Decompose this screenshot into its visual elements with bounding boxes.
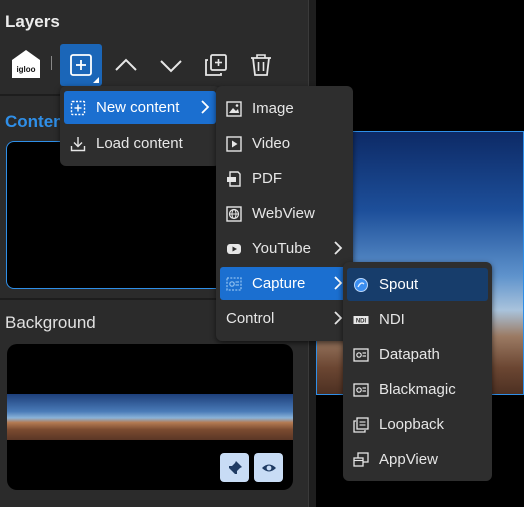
menu-item-label: Image	[252, 100, 294, 117]
chevron-down-icon	[160, 60, 182, 73]
spout-icon	[353, 277, 369, 293]
eye-icon	[261, 464, 276, 471]
visibility-button[interactable]	[254, 453, 283, 482]
menu-item-label: Spout	[379, 276, 419, 293]
menu-item-label: Capture	[252, 275, 306, 292]
menu-item-label: Blackmagic	[379, 381, 456, 398]
download-icon	[70, 136, 86, 152]
menu-item-label: WebView	[252, 205, 315, 222]
add-layer-button[interactable]	[60, 44, 102, 86]
menu-item-label: YouTube	[252, 240, 311, 257]
menu-item-control[interactable]: Control	[220, 302, 349, 335]
new-content-submenu: Image Video PDF WebView YouTube Capture	[216, 86, 353, 341]
duplicate-icon	[205, 54, 227, 76]
menu-item-blackmagic[interactable]: Blackmagic	[347, 373, 488, 406]
svg-text:igloo: igloo	[16, 65, 35, 74]
menu-item-datapath[interactable]: Datapath	[347, 338, 488, 371]
add-layer-menu: New content Load content	[60, 86, 220, 166]
menu-item-new-content[interactable]: New content	[64, 91, 216, 124]
add-square-icon	[70, 100, 86, 116]
menu-item-spout[interactable]: Spout	[347, 268, 488, 301]
capture-submenu: Spout NDI NDI Datapath Blackmagic Loopba…	[343, 262, 492, 481]
pin-button[interactable]	[220, 453, 249, 482]
pdf-icon	[226, 170, 242, 187]
chevron-up-icon	[115, 58, 137, 71]
menu-item-webview[interactable]: WebView	[220, 197, 349, 230]
pin-icon	[227, 460, 242, 475]
menu-item-image[interactable]: Image	[220, 92, 349, 125]
add-square-icon	[70, 54, 92, 76]
menu-item-pdf[interactable]: PDF	[220, 162, 349, 195]
move-down-button[interactable]	[150, 44, 192, 86]
menu-item-label: New content	[96, 99, 180, 116]
menu-item-label: Datapath	[379, 346, 440, 363]
chevron-right-icon	[334, 311, 343, 325]
blackmagic-icon	[353, 382, 369, 398]
igloo-logo: igloo	[10, 48, 42, 80]
duplicate-button[interactable]	[195, 44, 237, 86]
appview-icon	[353, 451, 369, 468]
menu-item-youtube[interactable]: YouTube	[220, 232, 349, 265]
background-thumbnail	[7, 394, 293, 440]
chevron-right-icon	[201, 100, 210, 114]
menu-item-load-content[interactable]: Load content	[64, 127, 216, 160]
menu-item-label: Video	[252, 135, 291, 152]
chevron-right-icon	[334, 276, 343, 290]
menu-item-label: Load content	[96, 135, 183, 152]
loopback-icon	[353, 416, 369, 433]
move-up-button[interactable]	[105, 44, 147, 86]
menu-item-video[interactable]: Video	[220, 127, 349, 160]
datapath-icon	[353, 347, 369, 363]
trash-icon	[251, 54, 271, 76]
globe-icon	[226, 205, 242, 222]
menu-item-label: AppView	[379, 451, 438, 468]
youtube-icon	[226, 241, 242, 257]
svg-text:NDI: NDI	[356, 318, 367, 324]
capture-icon	[226, 276, 242, 292]
menu-item-ndi[interactable]: NDI NDI	[347, 303, 488, 336]
video-icon	[226, 135, 242, 152]
background-section-label: Background	[5, 313, 96, 332]
menu-item-label: Control	[226, 310, 275, 327]
chevron-right-icon	[334, 241, 343, 255]
menu-item-loopback[interactable]: Loopback	[347, 408, 488, 441]
delete-button[interactable]	[240, 44, 282, 86]
menu-item-label: PDF	[252, 170, 282, 187]
menu-item-label: Loopback	[379, 416, 445, 433]
image-icon	[226, 100, 242, 117]
toolbar-separator	[51, 56, 52, 70]
menu-item-label: NDI	[379, 311, 405, 328]
ndi-icon: NDI	[353, 312, 369, 328]
background-layer-card[interactable]	[7, 344, 293, 490]
menu-item-capture[interactable]: Capture	[220, 267, 349, 300]
panel-title: Layers	[5, 12, 60, 31]
menu-item-appview[interactable]: AppView	[347, 443, 488, 476]
